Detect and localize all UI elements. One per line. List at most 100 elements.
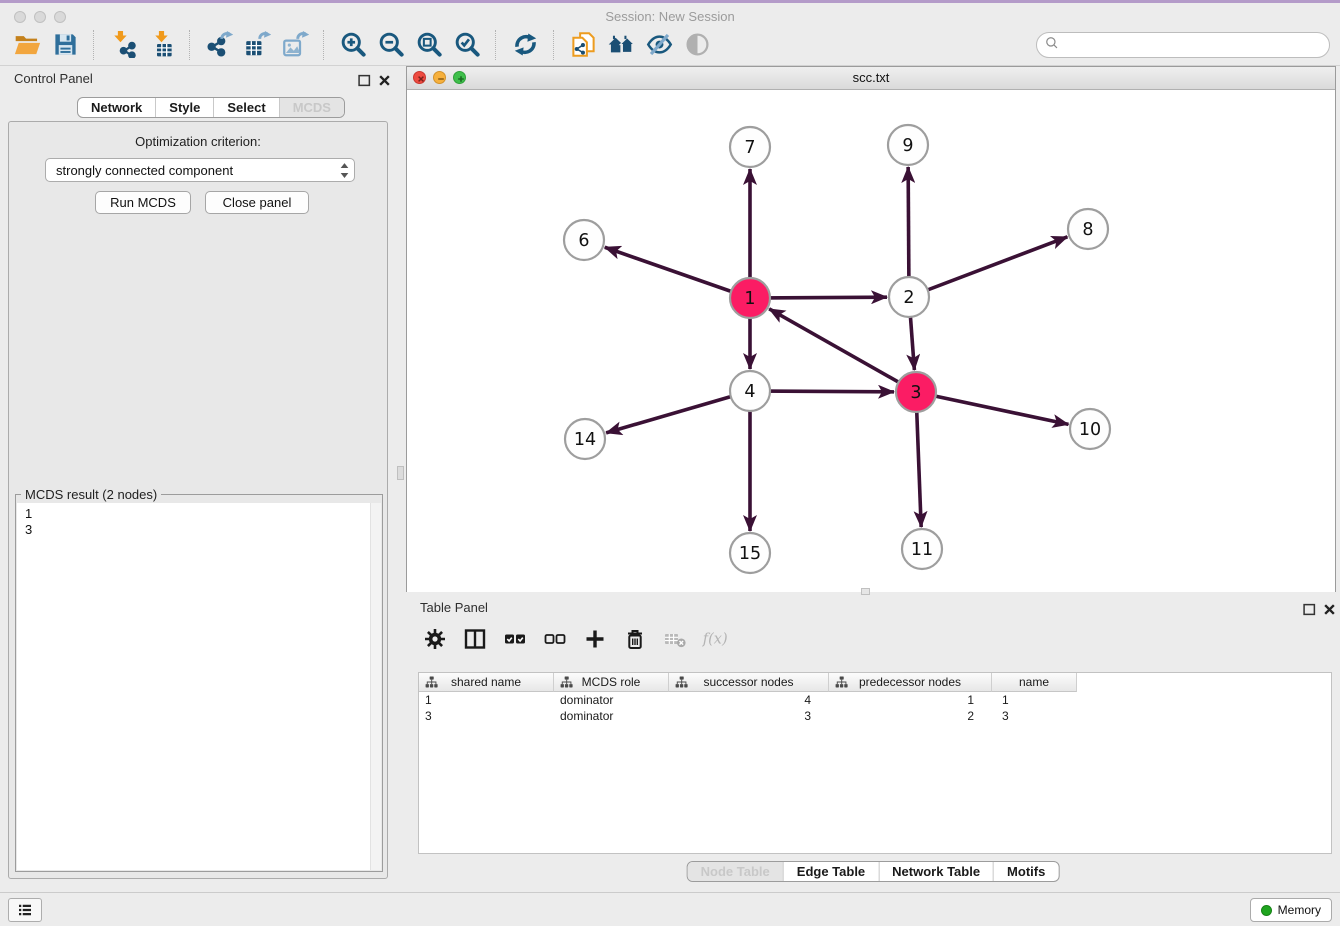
edge-1-6[interactable] (605, 247, 750, 298)
open-folder-icon (14, 31, 41, 58)
criterion-select[interactable]: strongly connected component (45, 158, 355, 182)
export-network-button[interactable] (200, 28, 238, 62)
table-cell[interactable]: 1 (992, 692, 1077, 708)
save-session-button[interactable] (46, 28, 84, 62)
result-item[interactable]: 3 (17, 522, 381, 538)
select-stepper-icon (339, 162, 350, 179)
zoom-selected-button[interactable] (448, 28, 486, 62)
column-header-mcds-role[interactable]: MCDS role (554, 673, 669, 692)
edge-2-8[interactable] (909, 237, 1067, 297)
duplicate-network-button[interactable] (564, 28, 602, 62)
svg-text:11: 11 (911, 540, 933, 560)
column-tree-icon (675, 676, 688, 691)
table-cell[interactable]: 3 (419, 708, 554, 724)
node-14[interactable]: 14 (565, 419, 605, 459)
table-row[interactable]: 1dominator411 (419, 692, 1331, 708)
edge-4-3[interactable] (750, 391, 894, 392)
tab-network-table[interactable]: Network Table (878, 862, 993, 881)
search-icon (1043, 34, 1061, 57)
node-6[interactable]: 6 (564, 220, 604, 260)
tab-style[interactable]: Style (155, 98, 213, 117)
node-4[interactable]: 4 (730, 371, 770, 411)
table-mode-gear-button[interactable] (422, 626, 448, 652)
vertical-splitter-grip[interactable] (397, 466, 404, 480)
hide-selected-button[interactable] (640, 28, 678, 62)
svg-text:f(x): f(x) (702, 632, 728, 648)
tab-edge-table[interactable]: Edge Table (783, 862, 878, 881)
column-header-name[interactable]: name (992, 673, 1077, 692)
node-1[interactable]: 1 (730, 278, 770, 318)
node-7[interactable]: 7 (730, 127, 770, 167)
search-input[interactable] (1061, 34, 1329, 56)
tab-select[interactable]: Select (213, 98, 278, 117)
zoom-out-button[interactable] (372, 28, 410, 62)
column-header-shared-name[interactable]: shared name (419, 673, 554, 692)
table-cell[interactable]: dominator (554, 708, 669, 724)
select-all-columns-button[interactable] (502, 626, 528, 652)
result-item[interactable]: 1 (17, 506, 381, 522)
run-mcds-button[interactable]: Run MCDS (95, 191, 191, 214)
network-canvas[interactable]: 7 9 6 8 1 2 4 3 14 10 15 11 (407, 90, 1335, 592)
close-panel-button[interactable]: Close panel (205, 191, 309, 214)
node-2[interactable]: 2 (889, 277, 929, 317)
import-table-button[interactable] (142, 28, 180, 62)
mcds-panel: Optimization criterion: strongly connect… (8, 121, 388, 879)
criterion-value: strongly connected component (56, 163, 233, 178)
refresh-button[interactable] (506, 28, 544, 62)
save-session-icon (52, 31, 79, 58)
zoom-fit-button[interactable] (410, 28, 448, 62)
table-cell[interactable]: 1 (419, 692, 554, 708)
create-column-button[interactable] (582, 626, 608, 652)
close-panel-icon[interactable] (378, 74, 391, 87)
first-neighbors-button[interactable] (602, 28, 640, 62)
search-box[interactable] (1036, 32, 1330, 58)
column-label: predecessor nodes (859, 675, 961, 689)
node-9[interactable]: 9 (888, 125, 928, 165)
table-row[interactable]: 3dominator323 (419, 708, 1331, 724)
memory-button[interactable]: Memory (1250, 898, 1332, 922)
tab-motifs[interactable]: Motifs (993, 862, 1058, 881)
toolbar-separator (93, 30, 95, 60)
edge-4-14[interactable] (606, 391, 750, 433)
table-cell[interactable]: dominator (554, 692, 669, 708)
node-8[interactable]: 8 (1068, 209, 1108, 249)
float-table-panel-icon[interactable] (1303, 603, 1316, 616)
table-cell[interactable]: 4 (669, 692, 829, 708)
task-history-button[interactable] (8, 898, 42, 922)
horizontal-splitter-grip[interactable] (861, 588, 870, 595)
column-label: shared name (451, 675, 521, 689)
open-folder-button[interactable] (8, 28, 46, 62)
svg-text:3: 3 (910, 383, 921, 403)
node-10[interactable]: 10 (1070, 409, 1110, 449)
split-columns-button[interactable] (462, 626, 488, 652)
zoom-in-icon (340, 31, 367, 58)
result-scrollbar[interactable] (370, 503, 381, 870)
import-network-button[interactable] (104, 28, 142, 62)
node-11[interactable]: 11 (902, 529, 942, 569)
show-all-icon (684, 31, 711, 58)
tab-network[interactable]: Network (78, 98, 155, 117)
delete-column-button[interactable] (622, 626, 648, 652)
column-header-successor-nodes[interactable]: successor nodes (669, 673, 829, 692)
export-image-button[interactable] (276, 28, 314, 62)
node-15[interactable]: 15 (730, 533, 770, 573)
table-cell[interactable]: 3 (669, 708, 829, 724)
table-cell[interactable]: 2 (829, 708, 992, 724)
zoom-in-button[interactable] (334, 28, 372, 62)
deselect-all-columns-button[interactable] (542, 626, 568, 652)
node-3[interactable]: 3 (896, 372, 936, 412)
table-footer-tabbar: Node TableEdge TableNetwork TableMotifs (687, 861, 1060, 882)
table-cell[interactable]: 1 (829, 692, 992, 708)
edge-3-10[interactable] (916, 392, 1068, 424)
edge-3-1[interactable] (769, 309, 916, 392)
tab-mcds[interactable]: MCDS (279, 98, 344, 117)
table-cell[interactable]: 3 (992, 708, 1077, 724)
svg-text:10: 10 (1079, 420, 1101, 440)
close-table-panel-icon[interactable] (1323, 603, 1336, 616)
float-panel-icon[interactable] (358, 74, 371, 87)
table-toolbar: f(x) (422, 626, 728, 652)
tab-node-table[interactable]: Node Table (688, 862, 783, 881)
show-all-button[interactable] (678, 28, 716, 62)
export-table-button[interactable] (238, 28, 276, 62)
column-header-predecessor-nodes[interactable]: predecessor nodes (829, 673, 992, 692)
